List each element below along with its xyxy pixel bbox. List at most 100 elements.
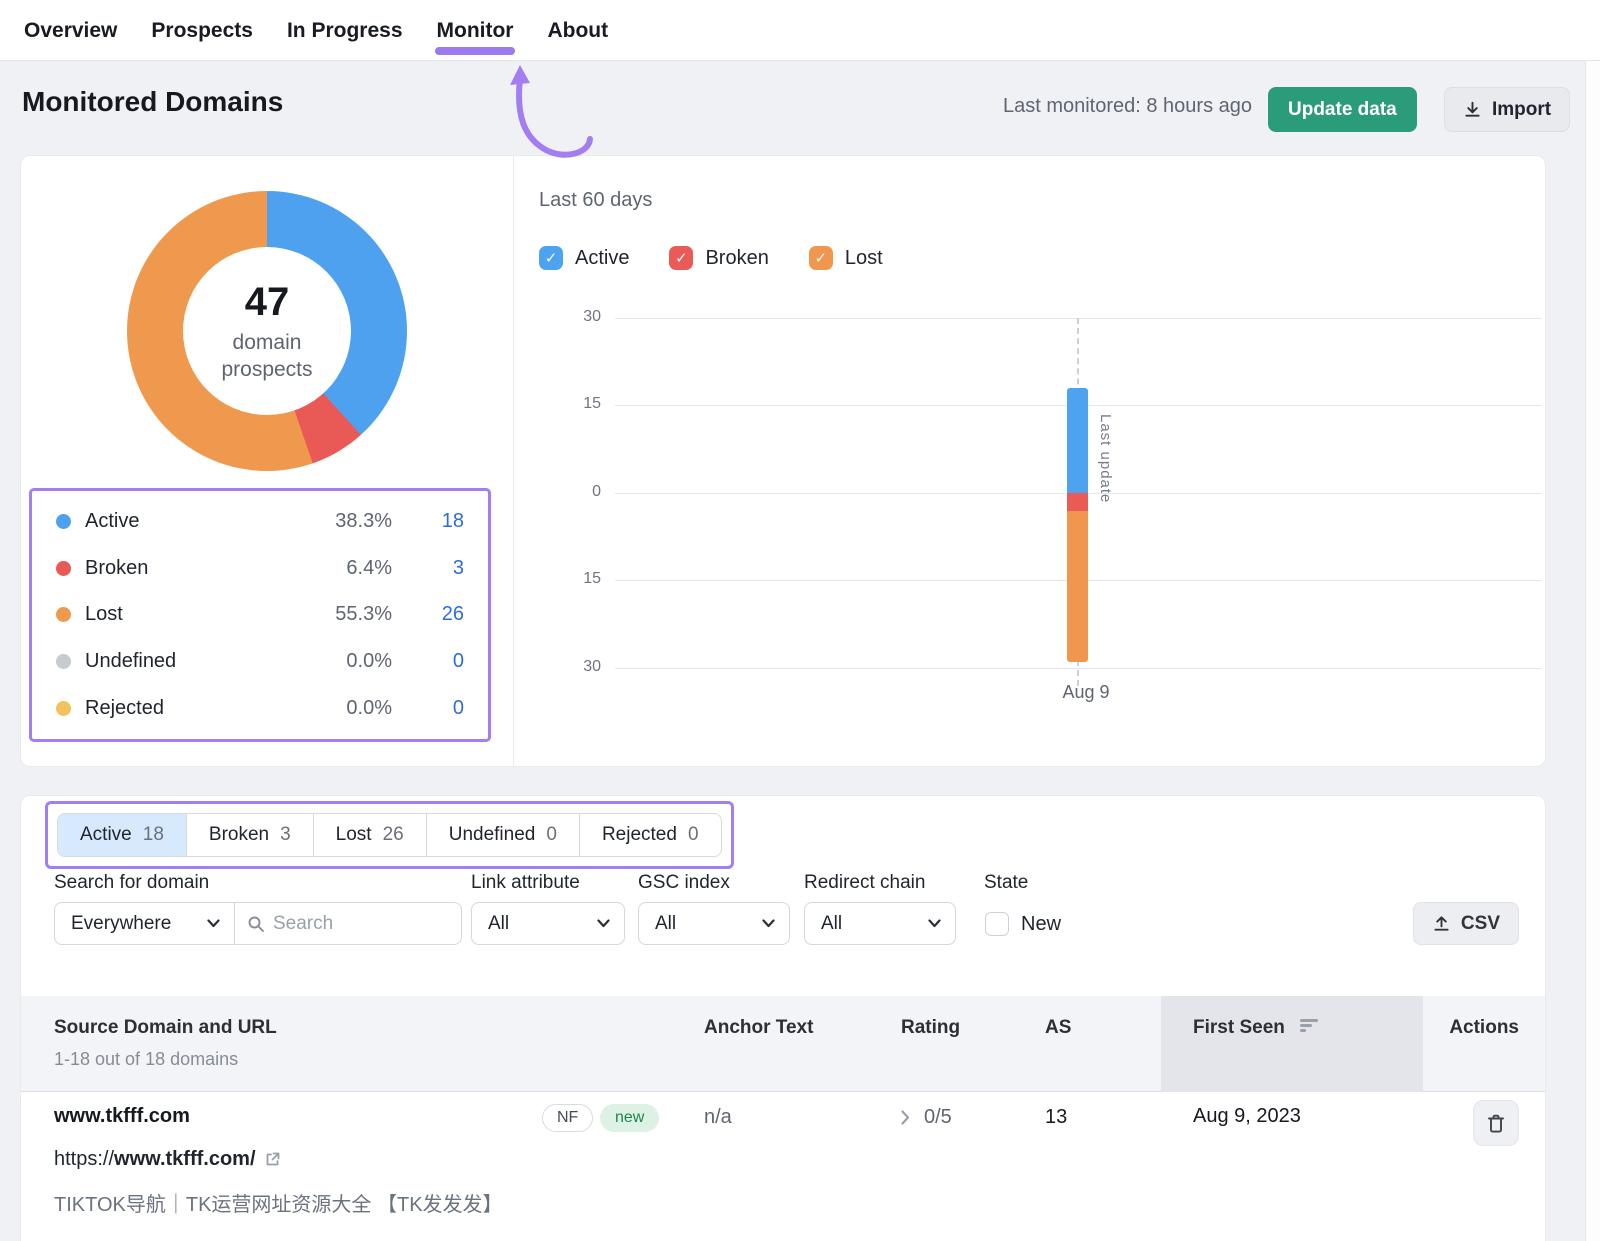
- page-title: Monitored Domains: [22, 86, 283, 118]
- nav-tab-in-progress[interactable]: In Progress: [287, 0, 403, 61]
- chevron-right-icon: [901, 1110, 910, 1125]
- legend-row-lost: Lost 55.3% 26: [56, 603, 464, 626]
- checkbox-checked-icon: ✓: [539, 246, 563, 270]
- tab-label: Rejected: [602, 824, 677, 846]
- legend-row-active: Active 38.3% 18: [56, 510, 464, 533]
- tab-undefined[interactable]: Undefined 0: [426, 814, 579, 856]
- legend-count-link[interactable]: 26: [392, 603, 464, 626]
- legend-count-link[interactable]: 3: [392, 557, 464, 580]
- chevron-down-icon: [597, 919, 610, 928]
- delete-row-button[interactable]: [1473, 1100, 1519, 1146]
- search-scope-dropdown[interactable]: Everywhere: [55, 903, 235, 944]
- redirect-chain-value: All: [821, 913, 842, 935]
- new-badge: new: [600, 1104, 659, 1132]
- search-domain-label: Search for domain: [54, 872, 209, 894]
- csv-button-label: CSV: [1461, 913, 1500, 935]
- rating-value: 0/5: [924, 1106, 952, 1129]
- tab-rejected[interactable]: Rejected 0: [579, 814, 721, 856]
- search-field: [235, 913, 461, 935]
- redirect-chain-select[interactable]: All: [804, 902, 956, 945]
- row-anchor-text: n/a: [704, 1106, 732, 1129]
- chevron-down-icon: [928, 919, 941, 928]
- domains-panel: Active 18 Broken 3 Lost 26 Undefined 0 R…: [20, 795, 1546, 1241]
- tab-label: Broken: [209, 824, 269, 846]
- checkbox-checked-icon: ✓: [809, 246, 833, 270]
- external-link-icon[interactable]: [264, 1151, 281, 1168]
- link-attribute-select[interactable]: All: [471, 902, 625, 945]
- chevron-down-icon: [207, 919, 220, 928]
- first-seen-label: First Seen: [1193, 1017, 1285, 1038]
- series-checkbox-active[interactable]: ✓ Active: [539, 246, 629, 270]
- nav-tab-monitor[interactable]: Monitor: [437, 0, 514, 61]
- sort-descending-icon: [1300, 1018, 1320, 1033]
- legend-label: Active: [85, 510, 272, 533]
- search-icon: [247, 915, 265, 933]
- checkbox-unchecked-icon: [985, 912, 1009, 936]
- bar-seg-broken[interactable]: [1067, 493, 1088, 511]
- nav-tab-overview[interactable]: Overview: [24, 0, 117, 61]
- legend-count-link[interactable]: 0: [392, 697, 464, 720]
- tab-lost[interactable]: Lost 26: [313, 814, 426, 856]
- nav-tab-prospects[interactable]: Prospects: [151, 0, 253, 61]
- annotation-arrow-icon: [494, 63, 598, 159]
- import-button[interactable]: Import: [1444, 87, 1570, 132]
- tab-broken[interactable]: Broken 3: [186, 814, 313, 856]
- trend-title: Last 60 days: [539, 189, 652, 212]
- rejected-dot-icon: [56, 701, 71, 716]
- bar-seg-lost[interactable]: [1067, 511, 1088, 663]
- state-label: State: [984, 872, 1028, 894]
- tab-label: Active: [80, 824, 132, 846]
- export-csv-button[interactable]: CSV: [1413, 902, 1519, 945]
- y-axis-tick: 15: [561, 570, 601, 588]
- active-dot-icon: [56, 514, 71, 529]
- legend-count-link[interactable]: 0: [392, 650, 464, 673]
- nav-tab-about[interactable]: About: [547, 0, 608, 61]
- tab-count: 0: [688, 824, 699, 846]
- col-header-as[interactable]: AS: [1045, 1017, 1071, 1039]
- row-domain: www.tkfff.com: [54, 1105, 190, 1128]
- tab-count: 18: [143, 824, 164, 846]
- bar-seg-active[interactable]: [1067, 388, 1088, 493]
- status-tabs-box: Active 18 Broken 3 Lost 26 Undefined 0 R…: [45, 801, 734, 869]
- scrollbar-track[interactable]: [1585, 0, 1600, 1241]
- series-checkbox-lost[interactable]: ✓ Lost: [809, 246, 883, 270]
- col-header-rating[interactable]: Rating: [901, 1017, 960, 1039]
- tab-active[interactable]: Active 18: [58, 814, 186, 856]
- update-data-button[interactable]: Update data: [1268, 87, 1417, 132]
- checkbox-checked-icon: ✓: [669, 246, 693, 270]
- series-label: Active: [575, 247, 629, 270]
- gsc-index-label: GSC index: [638, 872, 730, 894]
- series-label: Broken: [705, 247, 768, 270]
- tab-count: 26: [383, 824, 404, 846]
- link-attribute-label: Link attribute: [471, 872, 580, 894]
- link-attribute-value: All: [488, 913, 509, 935]
- legend-percent: 0.0%: [272, 697, 392, 720]
- url-prefix: https://: [54, 1148, 114, 1170]
- series-label: Lost: [845, 247, 883, 270]
- overview-panel: 47 domain prospects Active 38.3% 18 Brok…: [20, 155, 1546, 767]
- donut-center-value: 47: [245, 280, 290, 325]
- series-checkbox-broken[interactable]: ✓ Broken: [669, 246, 768, 270]
- tab-count: 0: [546, 824, 557, 846]
- col-header-actions: Actions: [1449, 1017, 1519, 1039]
- last-monitored-text: Last monitored: 8 hours ago: [900, 95, 1252, 118]
- nav-tab-monitor-label: Monitor: [437, 19, 514, 42]
- nofollow-badge: NF: [542, 1104, 593, 1132]
- status-tab-group: Active 18 Broken 3 Lost 26 Undefined 0 R…: [57, 813, 722, 857]
- col-header-source[interactable]: Source Domain and URL: [54, 1017, 277, 1039]
- row-rating-expand[interactable]: 0/5: [901, 1106, 952, 1129]
- export-icon: [1432, 914, 1451, 933]
- tab-label: Lost: [336, 824, 372, 846]
- search-input[interactable]: [273, 913, 393, 935]
- x-axis-label: Aug 9: [1041, 682, 1131, 703]
- lost-dot-icon: [56, 607, 71, 622]
- panel-divider: [513, 156, 514, 766]
- state-new-checkbox[interactable]: New: [985, 912, 1061, 936]
- gsc-index-select[interactable]: All: [638, 902, 790, 945]
- col-header-first-seen[interactable]: First Seen: [1193, 1017, 1320, 1039]
- legend-label: Broken: [85, 557, 272, 580]
- legend-count-link[interactable]: 18: [392, 510, 464, 533]
- col-header-anchor[interactable]: Anchor Text: [704, 1017, 813, 1039]
- row-url: https://www.tkfff.com/: [54, 1148, 281, 1171]
- url-domain-part: www.tkfff.com/: [114, 1148, 255, 1170]
